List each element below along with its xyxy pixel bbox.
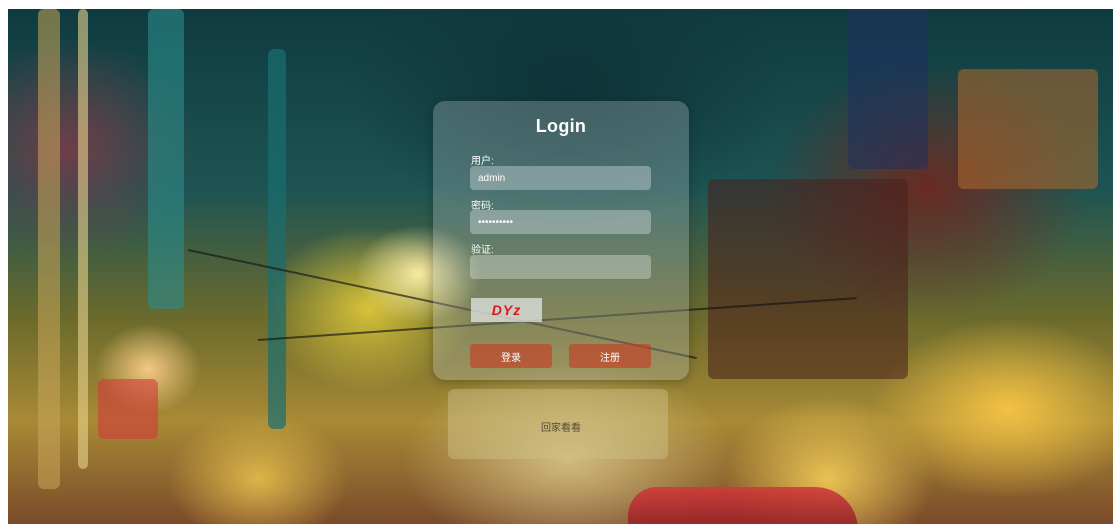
bg-stroke [268, 49, 286, 429]
captcha-input[interactable] [470, 255, 651, 279]
bg-stroke [38, 9, 60, 489]
username-label: 用户: [471, 156, 494, 167]
red-car [628, 487, 858, 524]
bg-stroke [958, 69, 1098, 189]
bg-stroke [148, 9, 184, 309]
bg-stroke [98, 379, 158, 439]
verify-label: 验证: [471, 245, 494, 256]
footer-note: 回家看看 [541, 423, 581, 434]
captcha-image[interactable]: DYz [471, 298, 542, 322]
bg-stroke [708, 179, 908, 379]
login-panel: Login 用户: 密码: 验证: DYz 登录 注册 [433, 101, 689, 380]
login-title: Login [535, 116, 587, 136]
username-input[interactable] [470, 166, 651, 190]
password-input[interactable] [470, 210, 651, 234]
register-button[interactable]: 注册 [569, 344, 651, 368]
bg-stroke [848, 9, 928, 169]
bg-stroke [78, 9, 88, 469]
login-button[interactable]: 登录 [470, 344, 552, 368]
